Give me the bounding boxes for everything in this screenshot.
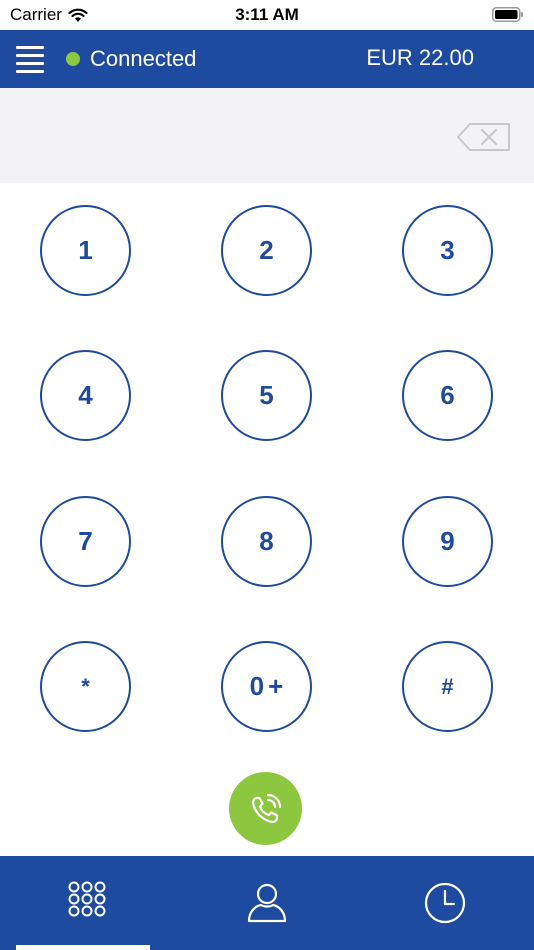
phone-call-icon [251, 793, 281, 823]
app-header: Connected EUR 22.00 [0, 30, 534, 88]
key-hash[interactable]: # [402, 641, 493, 732]
keypad-grid-icon [68, 881, 106, 917]
connection-label: Connected [90, 46, 197, 71]
key-digit: 0 [249, 671, 265, 701]
status-dot-icon [66, 52, 80, 66]
contact-person-icon [247, 883, 287, 923]
clock-icon [424, 882, 466, 924]
key-digit: 8 [259, 526, 274, 556]
key-digit: 4 [78, 380, 93, 410]
key-digit: 5 [259, 380, 274, 410]
key-digit: 1 [78, 235, 93, 265]
key-digit: 3 [440, 235, 455, 265]
key-6[interactable]: 6 [402, 350, 493, 441]
key-2[interactable]: 2 [221, 205, 312, 296]
tab-keypad[interactable] [0, 856, 178, 950]
key-4[interactable]: 4 [40, 350, 131, 441]
key-3[interactable]: 3 [402, 205, 493, 296]
status-bar: Carrier 3:11 AM [0, 0, 534, 30]
key-digit: 9 [440, 526, 455, 556]
key-digit: 6 [440, 380, 455, 410]
call-button[interactable] [229, 772, 302, 845]
key-digit: 2 [259, 235, 274, 265]
tab-contacts[interactable] [178, 856, 356, 950]
key-digit: 7 [78, 526, 93, 556]
key-digit: * [81, 673, 90, 699]
connection-status: Connected [66, 46, 196, 72]
key-1[interactable]: 1 [40, 205, 131, 296]
key-7[interactable]: 7 [40, 496, 131, 587]
key-8[interactable]: 8 [221, 496, 312, 587]
active-tab-indicator [16, 945, 150, 950]
battery-icon [492, 7, 523, 22]
number-display[interactable] [0, 88, 534, 183]
hamburger-menu-icon[interactable] [16, 45, 44, 73]
key-star[interactable]: * [40, 641, 131, 732]
key-0-plus[interactable]: 0 + [221, 641, 312, 732]
tab-history[interactable] [356, 856, 534, 950]
backspace-icon[interactable] [456, 122, 512, 152]
key-9[interactable]: 9 [402, 496, 493, 587]
key-5[interactable]: 5 [221, 350, 312, 441]
key-sub-label: + [268, 671, 284, 701]
status-time: 3:11 AM [235, 5, 299, 24]
balance-label: EUR 22.00 [366, 45, 474, 70]
key-digit: # [441, 673, 454, 699]
bottom-tab-bar [0, 856, 534, 950]
